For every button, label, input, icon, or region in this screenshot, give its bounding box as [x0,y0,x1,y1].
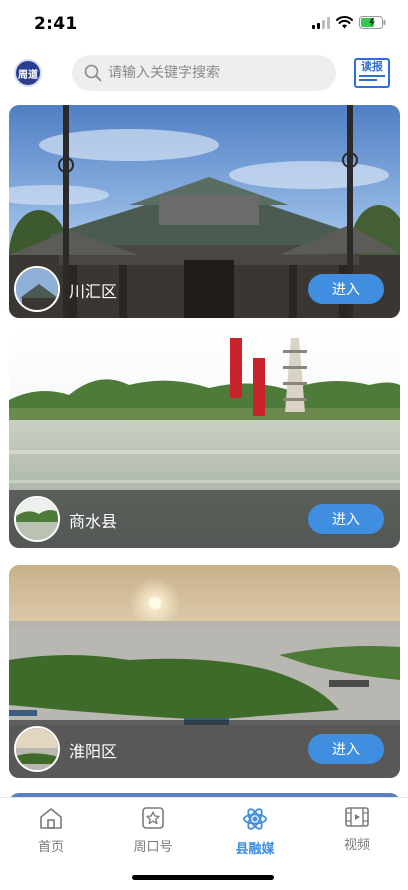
home-icon [40,808,62,829]
status-time: 2:41 [34,14,78,34]
tab-home[interactable]: 首页 [11,806,91,855]
tab-video[interactable]: 视频 [317,806,397,853]
read-newspaper-button[interactable]: 读报 [354,58,390,88]
card-footer: 川汇区 进入 [9,260,400,318]
tab-label: 视频 [343,838,370,853]
card-footer: 商水县 进入 [9,490,400,548]
atom-icon [243,808,267,830]
status-bar: 2:41 [0,0,408,48]
status-icons [312,16,386,29]
star-square-icon [142,807,164,829]
search-input[interactable] [108,65,318,81]
enter-button[interactable]: 进入 [308,274,384,304]
county-card-huaiyang[interactable]: 淮阳区 进入 [9,565,400,778]
card-footer: 淮阳区 进入 [9,720,400,778]
tab-label: 县融媒 [235,842,275,857]
enter-button[interactable]: 进入 [308,504,384,534]
county-card-shangshui[interactable]: 商水县 进入 [9,330,400,548]
newspaper-icon [359,75,385,81]
county-name: 商水县 [69,512,118,531]
wifi-icon [336,16,353,29]
county-name: 淮阳区 [69,742,118,761]
app-logo[interactable]: 周道 [14,59,42,87]
search-icon [84,64,102,82]
battery-icon [359,16,386,29]
county-name: 川汇区 [69,282,118,301]
county-avatar [14,726,60,772]
county-avatar [14,496,60,542]
film-icon [345,807,369,827]
tab-label: 首页 [37,840,64,855]
home-indicator [132,875,274,880]
header: 周道 读报 [0,50,408,96]
enter-button[interactable]: 进入 [308,734,384,764]
tab-label: 周口号 [133,840,173,855]
cellular-signal-icon [312,16,330,29]
search-bar[interactable] [72,55,336,91]
county-card-chuanhui[interactable]: 川汇区 进入 [9,105,400,318]
county-avatar [14,266,60,312]
read-newspaper-label: 读报 [361,60,383,73]
tab-zhoukouhao[interactable]: 周口号 [113,806,193,855]
tab-county-media[interactable]: 县融媒 [215,806,295,857]
